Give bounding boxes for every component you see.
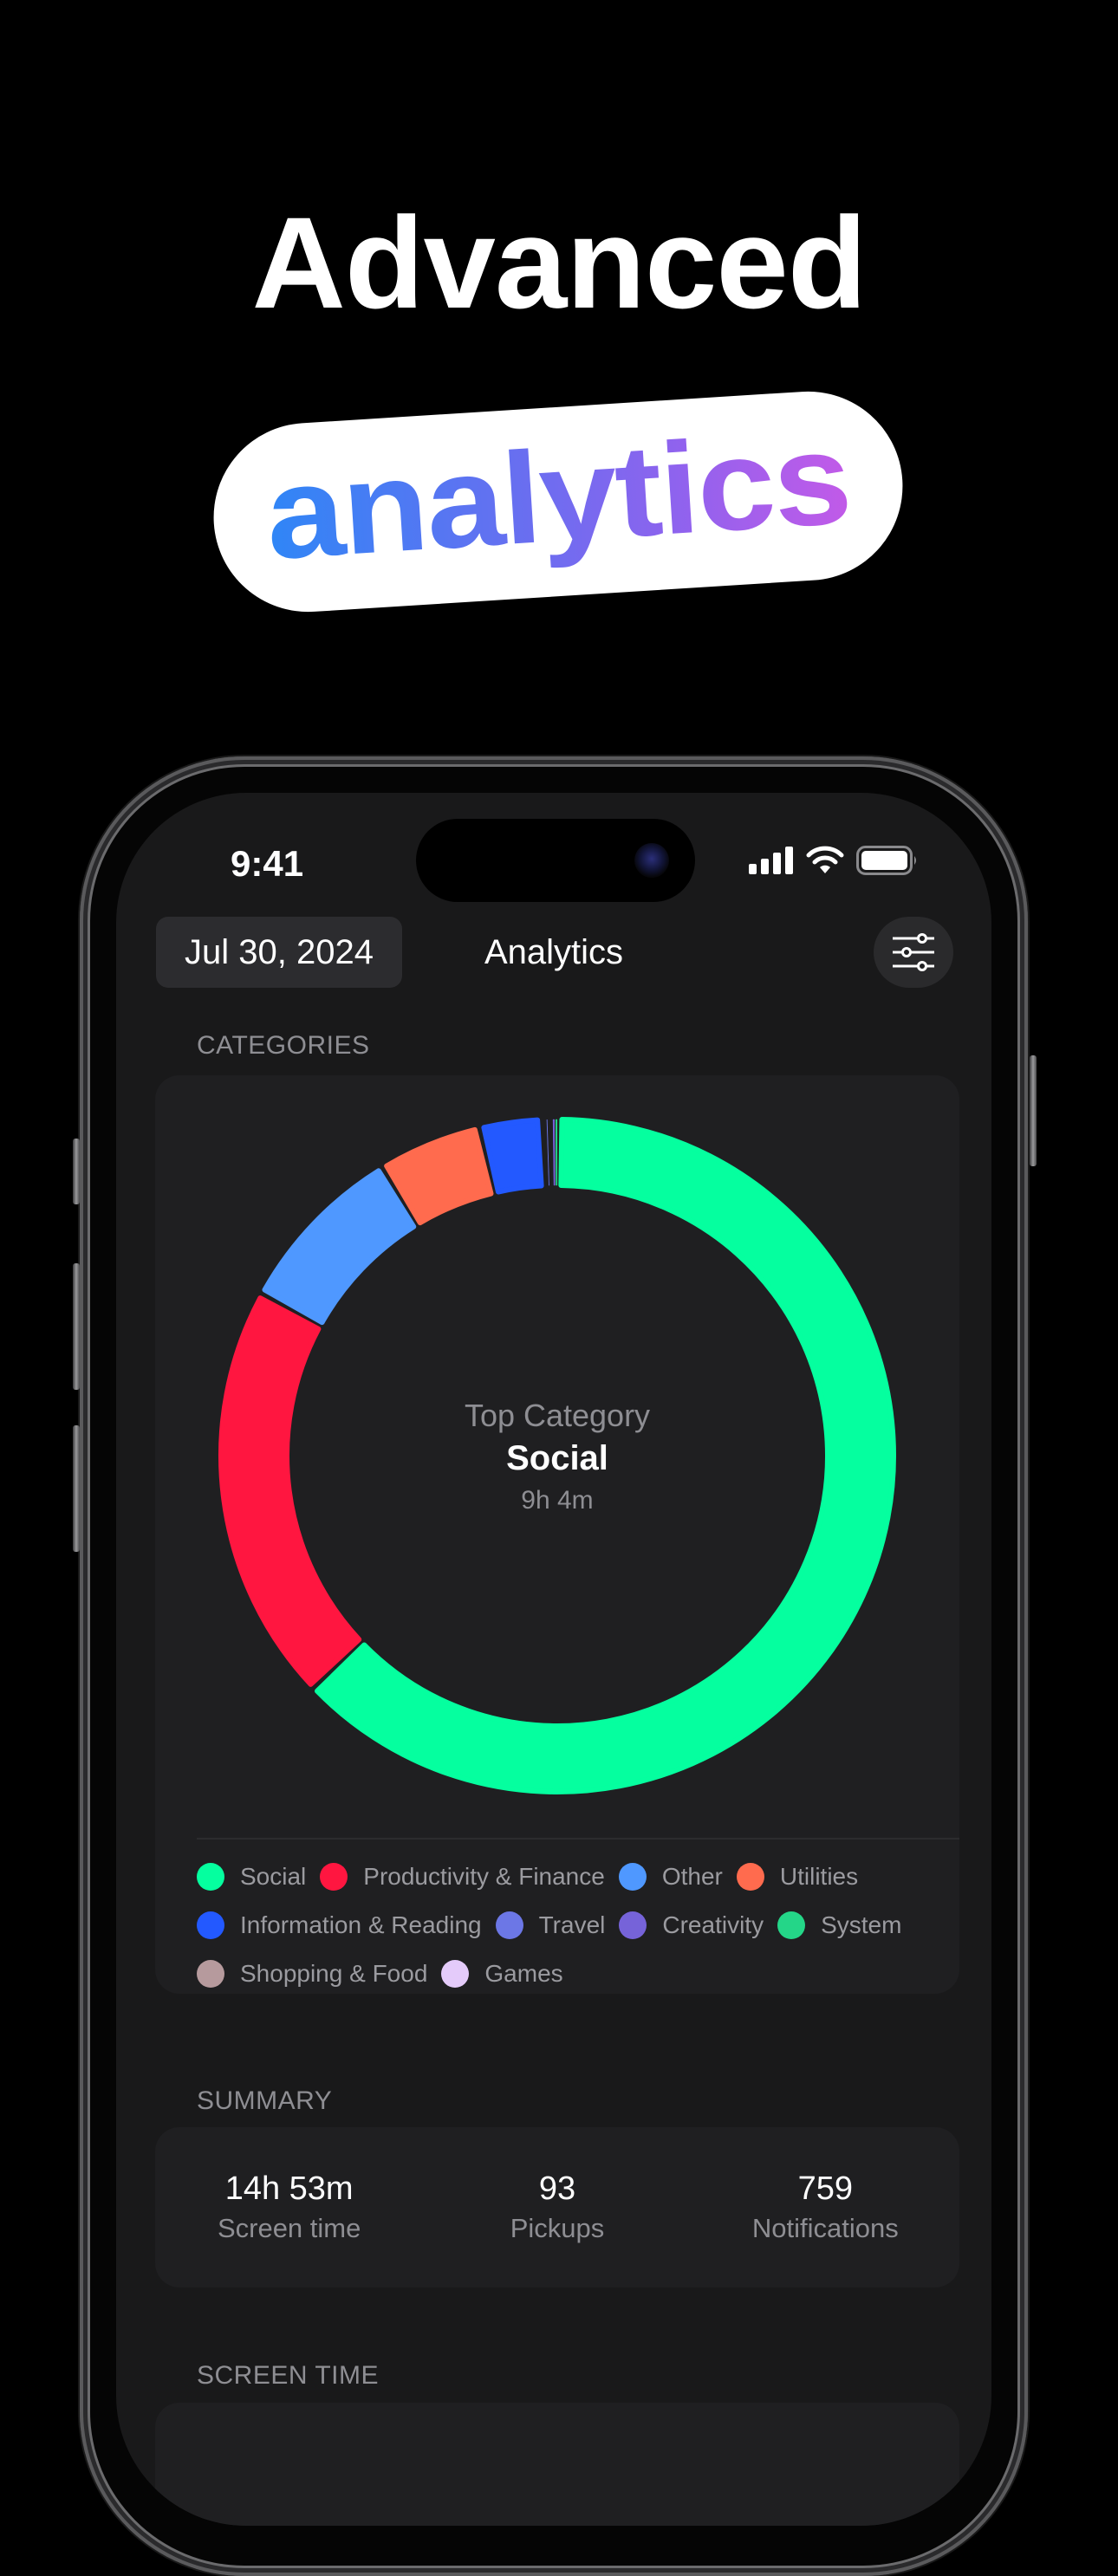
legend-dot-icon <box>441 1960 470 1988</box>
categories-card: Top Category Social 9h 4m Social Producti… <box>155 1075 959 1994</box>
legend-item-productivity-finance: Productivity & Finance <box>320 1862 605 1891</box>
legend-item-system: System <box>777 1911 901 1940</box>
stat-value: 14h 53m <box>224 2170 354 2207</box>
stat-label: Pickups <box>510 2213 605 2243</box>
cellular-signal-icon <box>749 847 793 874</box>
donut-slice-creativity[interactable] <box>552 1119 556 1186</box>
legend-dot-icon <box>197 1911 224 1939</box>
status-icons <box>749 843 919 878</box>
dynamic-island <box>416 819 695 902</box>
volume-up-button <box>73 1263 80 1390</box>
page-title: Analytics <box>484 933 624 971</box>
donut-slice-travel[interactable] <box>546 1119 549 1186</box>
chart-legend: Social Productivity & Finance Other Utiliti… <box>197 1862 942 1989</box>
legend-label: Travel <box>538 1911 606 1938</box>
front-camera-icon <box>634 843 669 878</box>
battery-icon <box>856 846 916 875</box>
legend-dot-icon <box>197 1863 224 1891</box>
wifi-icon <box>806 846 844 873</box>
sliders-icon <box>893 933 934 971</box>
power-button <box>1030 1055 1037 1166</box>
legend-item-utilities: Utilities <box>736 1862 859 1891</box>
stat-value: 759 <box>797 2170 854 2207</box>
promo-highlight-text: analytics <box>262 405 855 591</box>
app-screen: 9:41 Jul 30, 2024 Analytics CATEGORIES T… <box>116 793 991 2526</box>
screen-time-section-label: SCREEN TIME <box>197 2361 379 2390</box>
screen-time-card <box>155 2403 959 2526</box>
legend-divider <box>197 1838 959 1840</box>
date-picker-button[interactable]: Jul 30, 2024 <box>156 917 402 988</box>
donut-slice-other[interactable] <box>262 1168 417 1326</box>
legend-item-creativity: Creativity <box>619 1911 764 1940</box>
legend-label: Utilities <box>779 1863 859 1890</box>
legend-label: System <box>821 1911 902 1938</box>
legend-item-information-reading: Information & Reading <box>197 1911 482 1940</box>
legend-item-other: Other <box>618 1862 723 1891</box>
categories-section-label: CATEGORIES <box>197 1031 370 1060</box>
legend-label: Other <box>661 1863 723 1890</box>
stat-pickups: 93 Pickups <box>436 2170 679 2244</box>
legend-label: Creativity <box>662 1911 764 1938</box>
summary-section-label: SUMMARY <box>197 2086 333 2115</box>
donut-center-label: Top Category <box>464 1398 651 1433</box>
legend-dot-icon <box>618 1863 647 1891</box>
legend-dot-icon <box>736 1863 764 1891</box>
legend-label: Productivity & Finance <box>363 1863 605 1890</box>
volume-down-button <box>73 1425 80 1552</box>
promo-highlight-pill: analytics <box>207 386 909 618</box>
donut-slice-information-reading[interactable] <box>481 1117 544 1195</box>
legend-dot-icon <box>495 1911 523 1939</box>
legend-label: Games <box>484 1960 563 1987</box>
filter-button[interactable] <box>874 917 953 988</box>
legend-dot-icon <box>197 1960 224 1988</box>
donut-center-value: Social <box>506 1439 608 1477</box>
stat-screen-time: 14h 53m Screen time <box>168 2170 411 2244</box>
stat-notifications: 759 Notifications <box>704 2170 946 2244</box>
stat-label: Screen time <box>217 2213 361 2243</box>
legend-label: Social <box>240 1863 307 1890</box>
promo-headline: Advanced <box>251 190 868 335</box>
stat-label: Notifications <box>751 2213 899 2243</box>
legend-dot-icon <box>777 1911 806 1939</box>
donut-center-duration: 9h 4m <box>521 1486 594 1515</box>
legend-item-games: Games <box>441 1959 563 1989</box>
legend-item-social: Social <box>197 1862 306 1891</box>
legend-dot-icon <box>619 1911 647 1939</box>
action-button <box>73 1139 80 1204</box>
legend-item-shopping-food: Shopping & Food <box>197 1959 427 1989</box>
legend-label: Shopping & Food <box>240 1960 428 1987</box>
summary-card: 14h 53m Screen time 93 Pickups 759 Notif… <box>155 2127 959 2287</box>
stat-value: 93 <box>538 2170 576 2207</box>
legend-label: Information & Reading <box>240 1911 482 1938</box>
status-time: 9:41 <box>231 843 304 884</box>
legend-item-travel: Travel <box>495 1911 606 1940</box>
donut-slice-system[interactable] <box>555 1119 558 1186</box>
legend-dot-icon <box>320 1863 348 1891</box>
